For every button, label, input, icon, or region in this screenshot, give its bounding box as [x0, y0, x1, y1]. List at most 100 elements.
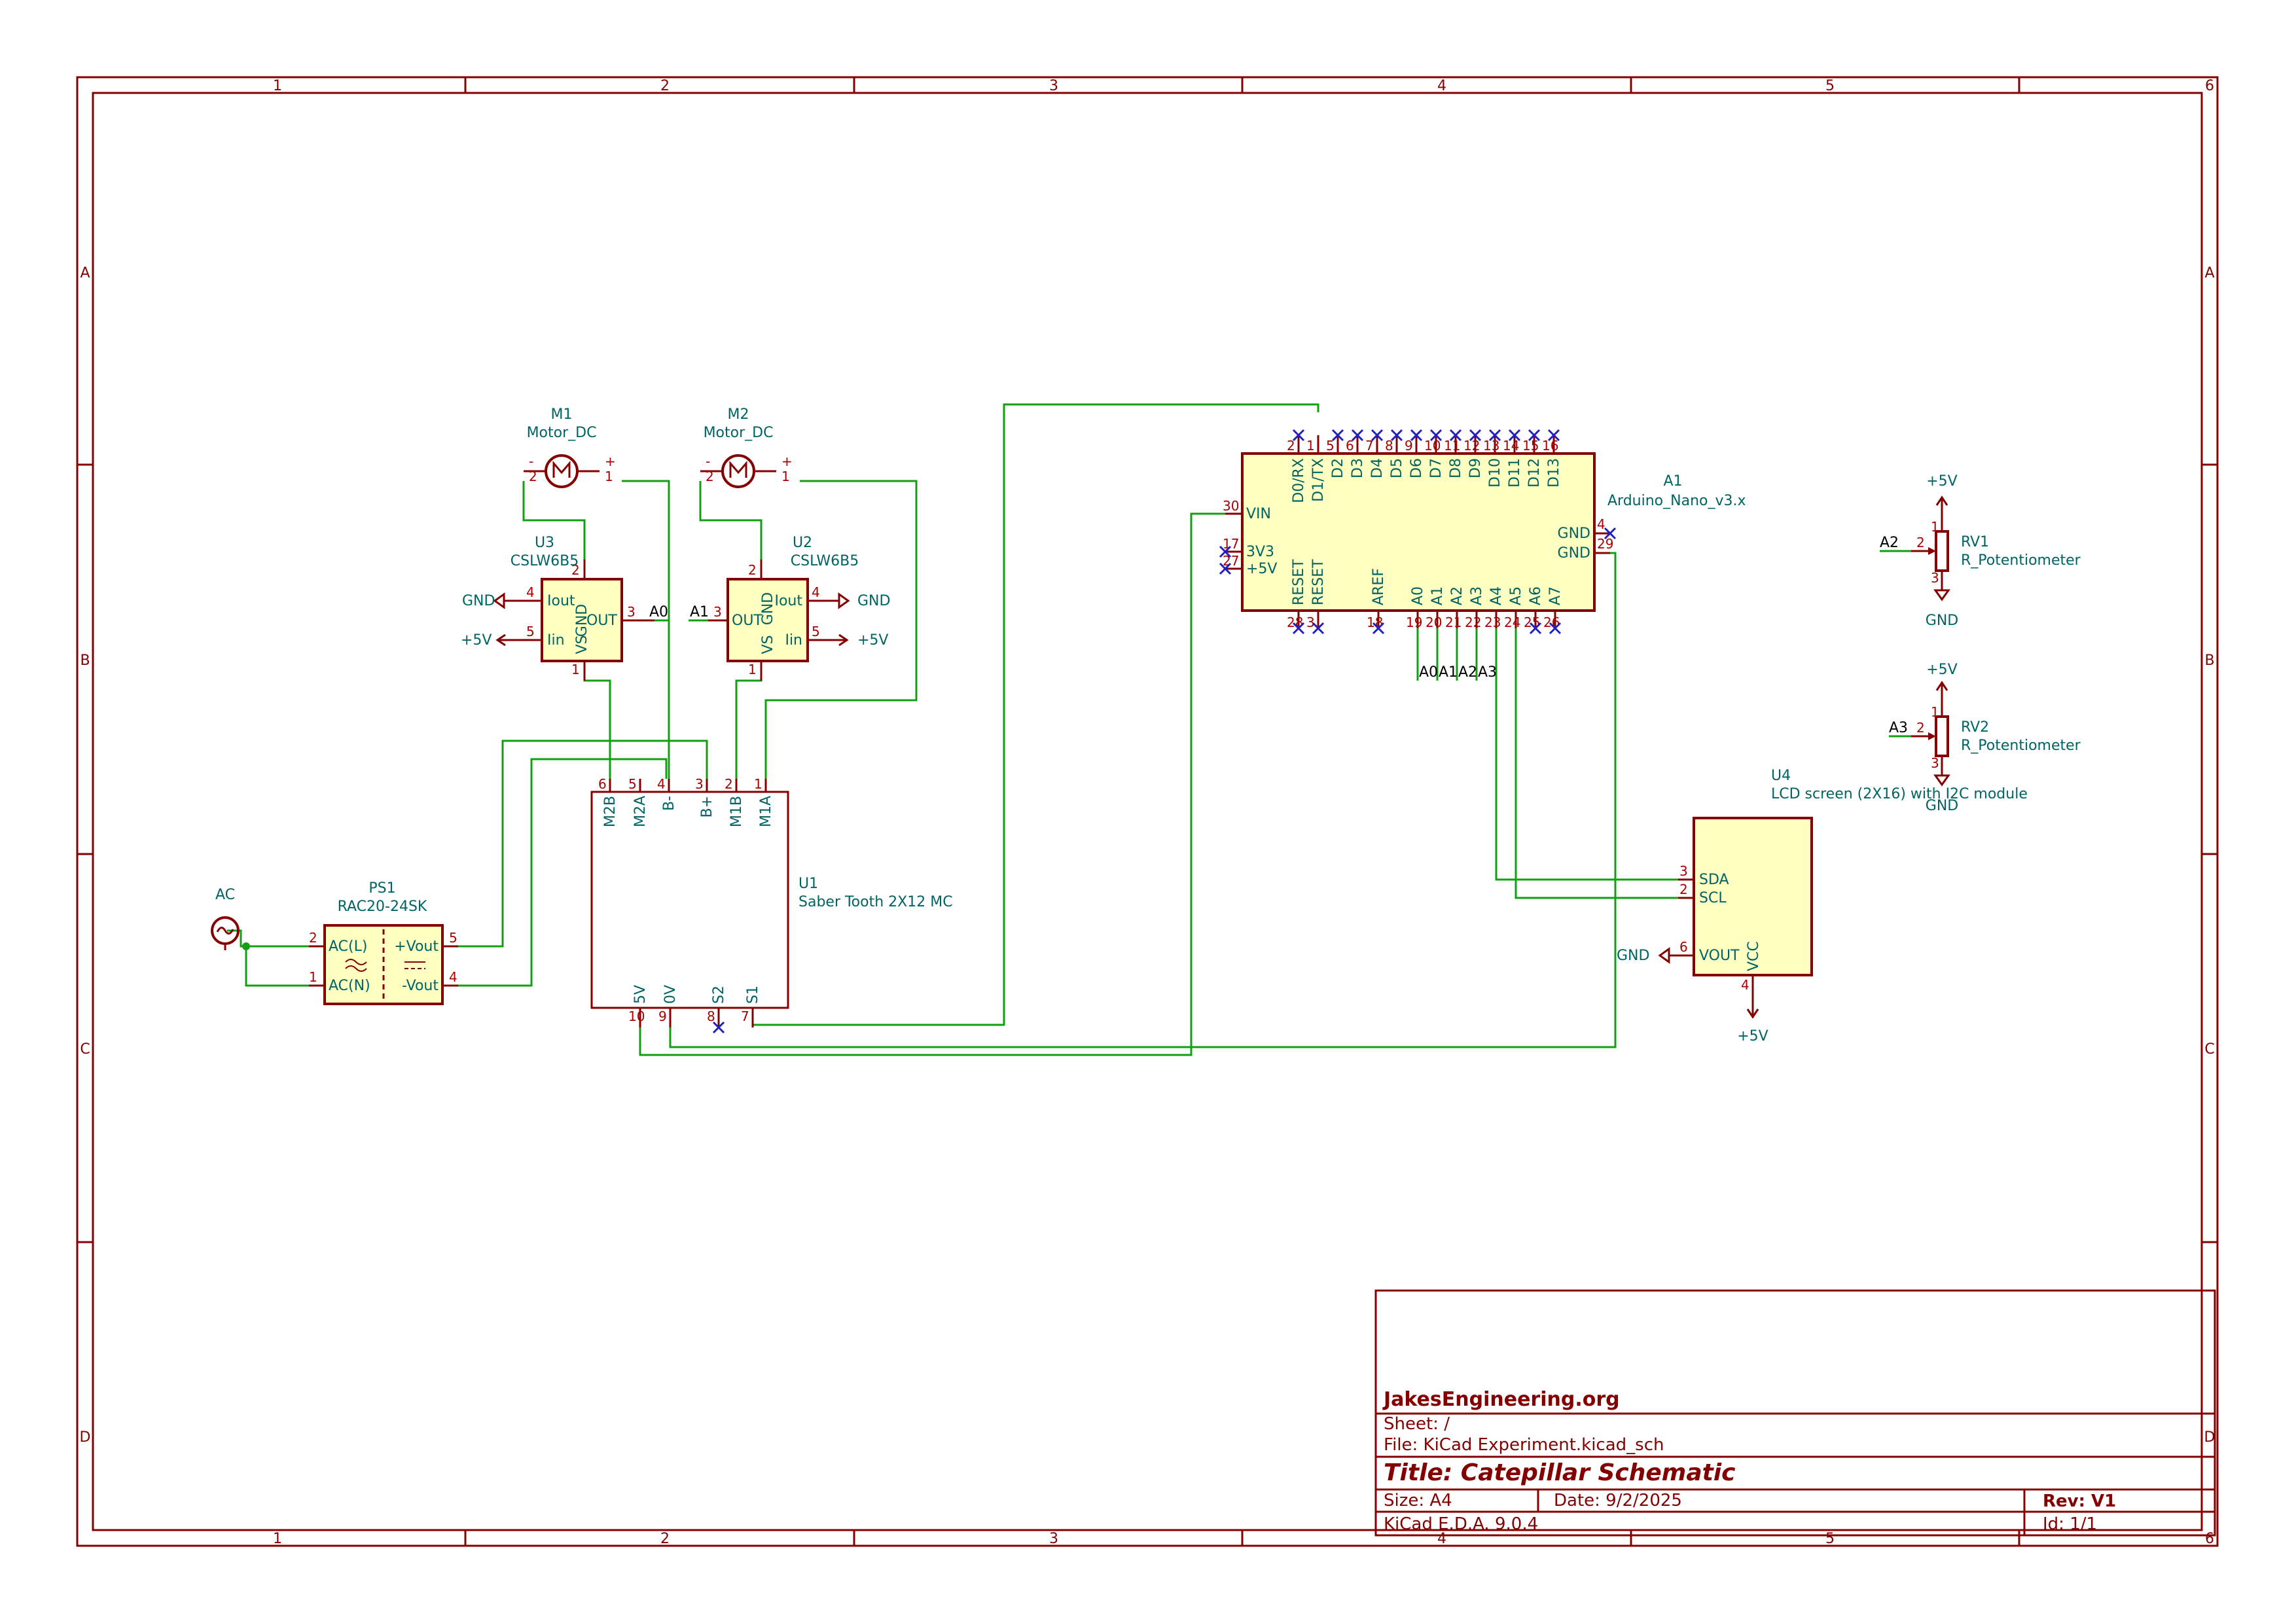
- pin-number: 1: [1931, 704, 1939, 720]
- net-label-a0: A0: [649, 604, 668, 620]
- motor-m1[interactable]: M1 Motor_DC 2 1 - +: [524, 406, 616, 488]
- frame-col-label: 4: [1437, 78, 1446, 94]
- pin-number: 23: [1484, 615, 1501, 630]
- pin-name: RESET: [1291, 559, 1307, 605]
- pin-number: 5: [812, 624, 820, 639]
- pin-name: VIN: [1246, 506, 1271, 522]
- component-value: R_Potentiometer: [1961, 738, 2081, 754]
- component-value: Motor_DC: [527, 425, 597, 441]
- pin-number: 1: [1306, 438, 1315, 454]
- wire: [583, 675, 611, 779]
- pin-name: AC(N): [329, 978, 370, 994]
- pin-number: 15: [1522, 438, 1539, 454]
- frame-col-label: 1: [273, 78, 282, 94]
- file-name: File: KiCad Experiment.kicad_sch: [1384, 1435, 1664, 1455]
- pin-name: Iin: [547, 632, 565, 649]
- pin-number: 3: [1931, 570, 1939, 586]
- pin-name: 0V: [662, 985, 679, 1004]
- gnd-symbol: GND: [462, 592, 522, 609]
- pin-number: 4: [449, 969, 457, 985]
- frame-col-label: 5: [1825, 78, 1835, 94]
- component-value: CSLW6B5: [791, 553, 859, 569]
- pin-number: 4: [812, 584, 820, 600]
- pin-name: AC(L): [329, 938, 367, 955]
- pin-name: RESET: [1310, 559, 1327, 605]
- pin-name: M2B: [602, 796, 619, 827]
- net-label-a1: A1: [690, 604, 709, 620]
- pin-number: 13: [1483, 438, 1499, 454]
- pin-number: 19: [1406, 615, 1422, 630]
- pin-number: 21: [1445, 615, 1462, 630]
- potentiometer-rv1[interactable]: RV1 R_Potentiometer 1 2 3: [1911, 517, 2081, 586]
- component-ref: M1: [551, 406, 573, 423]
- lcd-u4[interactable]: U4 LCD screen (2X16) with I2C module SDA…: [1678, 768, 2028, 995]
- wire: [1495, 628, 1694, 881]
- component-ref: RV2: [1961, 719, 1989, 736]
- wire: [1515, 628, 1694, 899]
- vcc-symbol: +5V: [1926, 473, 1958, 517]
- pin-number: 1: [781, 469, 790, 484]
- pin-number: 3: [627, 604, 636, 620]
- pin-number: 1: [571, 662, 580, 677]
- component-ref: U3: [535, 535, 554, 551]
- pin-number: 20: [1426, 615, 1442, 630]
- wire: [735, 675, 762, 779]
- sheet-date: Date: 9/2/2025: [1554, 1491, 1682, 1510]
- pin-number: 30: [1223, 498, 1239, 514]
- pin-number: 2: [706, 469, 714, 484]
- row-markers-right: A B C D: [2204, 265, 2215, 1446]
- component-ref: U4: [1771, 768, 1791, 784]
- pin-number: 2: [725, 776, 733, 792]
- pin-number: 5: [628, 776, 637, 792]
- frame-col-label: 3: [1049, 78, 1058, 94]
- pin-number: 3: [1931, 755, 1939, 771]
- power-label: +5V: [1926, 662, 1957, 678]
- power-label: +5V: [857, 632, 888, 649]
- component-value: Saber Tooth 2X12 MC: [798, 894, 953, 910]
- net-label-a0: A0: [1419, 664, 1438, 681]
- pin-name: B+: [699, 796, 715, 818]
- pin-number: 22: [1465, 615, 1481, 630]
- pin-name: GND: [1558, 526, 1590, 542]
- frame-row-label: C: [2204, 1041, 2214, 1058]
- component-ref: U2: [793, 535, 812, 551]
- pin-number: 5: [449, 930, 457, 946]
- motor-m-glyph: [552, 460, 571, 478]
- current-sensor-u2[interactable]: U2 CSLW6B5 Iout Iin GND VS OUT 2 1 4 5 3: [708, 535, 859, 681]
- pin-name: D4: [1369, 458, 1386, 478]
- pin-name: D12: [1526, 458, 1543, 488]
- arduino-nano-a1[interactable]: A1 Arduino_Nano_v3.x D0/RX2D1/TX1D25D36D…: [1223, 435, 1746, 630]
- pin-number: 2: [748, 562, 757, 578]
- sheet-path: Sheet: /: [1384, 1414, 1450, 1434]
- ac-source[interactable]: AC: [211, 887, 240, 950]
- pin-name: S1: [745, 986, 761, 1004]
- pin-number: 3: [1679, 863, 1688, 879]
- power-label: GND: [462, 593, 495, 609]
- potentiometer-rv2[interactable]: RV2 R_Potentiometer 1 2 3: [1911, 702, 2081, 771]
- pin-name: Iin: [785, 632, 802, 649]
- pin-number: 4: [657, 776, 666, 792]
- pin-number: 5: [526, 624, 535, 639]
- frame-col-label: 2: [660, 1531, 670, 1547]
- frame-row-label: A: [2204, 265, 2214, 281]
- pin-name: +5V: [1246, 561, 1277, 577]
- vcc-symbol: +5V: [461, 632, 522, 649]
- component-ref: AC: [215, 887, 235, 903]
- current-sensor-u3[interactable]: U3 CSLW6B5 Iout Iin GND VS OUT 2 1 4 5 3: [511, 535, 655, 681]
- revision: Rev: V1: [2043, 1491, 2116, 1511]
- motor-controller-u1[interactable]: U1 Saber Tooth 2X12 MC M2B 6 M2A 5 B- 4 B+ 3 M1B…: [590, 776, 953, 1027]
- schematic-title: Title: Catepillar Schematic: [1384, 1459, 1736, 1486]
- pin-name: A7: [1547, 586, 1564, 605]
- sheet-size: Size: A4: [1384, 1491, 1452, 1510]
- pin-name: D9: [1467, 458, 1484, 478]
- frame-col-label: 5: [1825, 1531, 1835, 1547]
- pin-name: D8: [1448, 458, 1464, 478]
- power-label: +5V: [1737, 1028, 1768, 1044]
- component-value: LCD screen (2X16) with I2C module: [1771, 786, 2028, 802]
- power-supply-ps1[interactable]: PS1 RAC20-24SK AC(L) AC(N) +Vout -Vout 2…: [309, 880, 458, 1005]
- pin-name: A6: [1528, 586, 1544, 605]
- pin-name: M2A: [632, 796, 649, 827]
- pin-name: 3V3: [1246, 544, 1274, 560]
- pin-number: 25: [1524, 615, 1540, 630]
- motor-m2[interactable]: M2 Motor_DC 2 1 - +: [700, 406, 793, 488]
